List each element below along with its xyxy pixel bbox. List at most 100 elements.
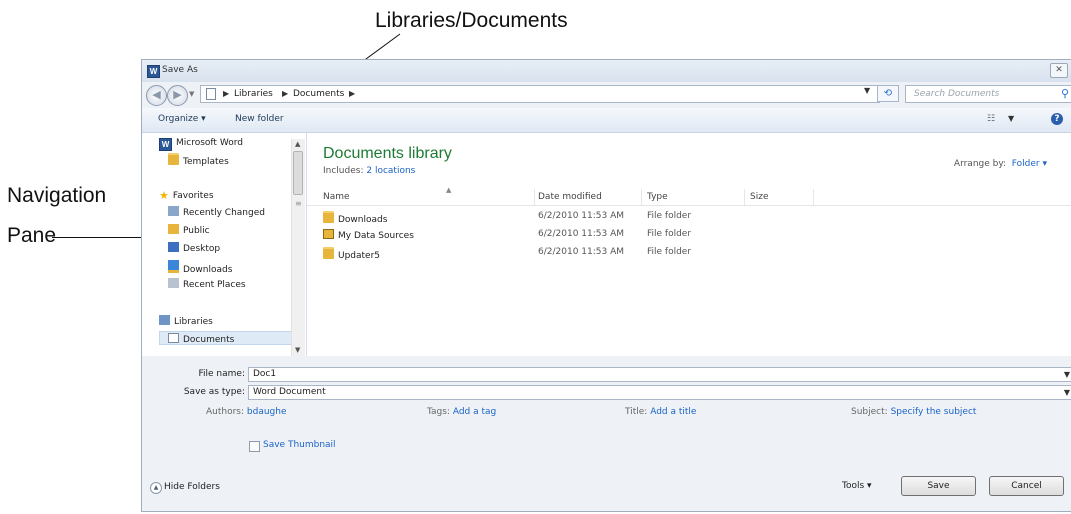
column-divider[interactable] — [534, 189, 535, 205]
folder-icon — [323, 247, 334, 259]
nav-item-recent-places[interactable]: Recent Places — [168, 278, 246, 290]
file-name: Updater5 — [338, 251, 381, 261]
column-divider[interactable] — [813, 189, 814, 205]
view-dropdown-icon[interactable]: ▼ — [1008, 114, 1014, 123]
document-icon — [168, 333, 179, 343]
file-type: File folder — [647, 211, 692, 221]
subject-value[interactable]: Specify the subject — [891, 407, 977, 417]
tags-field: Tags: Add a tag — [427, 407, 497, 417]
column-header-date[interactable]: Date modified — [538, 192, 602, 202]
nav-item-downloads[interactable]: Downloads — [168, 260, 232, 275]
search-icon[interactable]: ⚲ — [1061, 87, 1069, 100]
file-date: 6/2/2010 11:53 AM — [538, 211, 625, 221]
file-name-dropdown-icon[interactable]: ▼ — [1064, 370, 1070, 379]
nav-item-documents[interactable]: Documents — [168, 333, 234, 345]
recent-pages-dropdown-icon[interactable]: ▼ — [189, 90, 194, 98]
refresh-button[interactable]: ⟲ — [877, 85, 899, 102]
authors-value[interactable]: bdaughe — [247, 407, 287, 417]
save-as-type-select[interactable]: Word Document ▼ — [248, 385, 1071, 400]
recent-icon — [168, 206, 179, 216]
column-header-name[interactable]: Name — [323, 192, 350, 202]
word-app-icon: W — [147, 65, 160, 78]
folder-icon — [168, 224, 179, 234]
title-value[interactable]: Add a title — [650, 407, 696, 417]
nav-scrollbar[interactable]: ▲ ≡ ▼ — [291, 139, 305, 356]
file-date: 6/2/2010 11:53 AM — [538, 229, 625, 239]
column-header-size[interactable]: Size — [750, 192, 768, 202]
file-name: Downloads — [338, 215, 388, 225]
close-button[interactable]: ✕ — [1050, 63, 1068, 78]
forward-button[interactable]: ▶ — [167, 85, 188, 106]
tools-button[interactable]: Tools ▾ — [842, 481, 872, 491]
cancel-button[interactable]: Cancel — [989, 476, 1064, 496]
new-folder-button[interactable]: New folder — [235, 114, 284, 124]
save-form: File name: Doc1 ▼ Save as type: Word Doc… — [142, 357, 1071, 511]
column-divider[interactable] — [744, 189, 745, 205]
nav-item-microsoft-word[interactable]: W Microsoft Word — [159, 138, 243, 151]
hide-folders-button[interactable]: Hide Folders — [164, 482, 220, 492]
column-header-row: ▲ Name Date modified Type Size — [307, 186, 1071, 206]
address-dropdown-icon[interactable]: ▼ — [864, 86, 870, 95]
help-icon[interactable]: ? — [1051, 113, 1063, 125]
scroll-down-icon[interactable]: ▼ — [295, 346, 300, 354]
downloads-icon — [168, 260, 179, 273]
save-as-type-value: Word Document — [253, 387, 326, 397]
scroll-up-icon[interactable]: ▲ — [295, 140, 300, 148]
includes-locations-link[interactable]: 2 locations — [366, 166, 415, 176]
file-row[interactable]: Updater5 6/2/2010 11:53 AM File folder — [307, 245, 1071, 261]
library-includes: Includes: 2 locations — [323, 166, 416, 176]
save-button[interactable]: Save — [901, 476, 976, 496]
breadcrumb-documents[interactable]: Documents — [293, 89, 344, 99]
file-type: File folder — [647, 247, 692, 257]
file-date: 6/2/2010 11:53 AM — [538, 247, 625, 257]
subject-field: Subject: Specify the subject — [851, 407, 977, 417]
file-row[interactable]: My Data Sources 6/2/2010 11:53 AM File f… — [307, 227, 1071, 242]
address-row: ◀ ▶ ▼ ▶ Libraries ▶ Documents ▶ ▼ ⟲ Sear… — [142, 82, 1071, 108]
file-name-label: File name: — [198, 369, 245, 379]
sort-ascending-icon: ▲ — [446, 186, 452, 194]
nav-item-recently-changed[interactable]: Recently Changed — [168, 206, 265, 218]
nav-item-public[interactable]: Public — [168, 224, 210, 236]
nav-item-desktop[interactable]: Desktop — [168, 242, 220, 254]
breadcrumb-separator-icon: ▶ — [223, 89, 230, 98]
breadcrumb-libraries[interactable]: Libraries — [234, 89, 273, 99]
organize-button[interactable]: Organize ▾ — [158, 114, 206, 124]
arrange-by-dropdown[interactable]: Folder ▾ — [1012, 159, 1047, 169]
command-toolbar: Organize ▾ New folder ☷ ▼ ? — [142, 108, 1071, 133]
column-divider[interactable] — [641, 189, 642, 205]
title-bar: W Save As ✕ — [142, 60, 1071, 82]
recent-places-icon — [168, 278, 179, 288]
hide-folders-icon[interactable]: ▲ — [150, 482, 162, 494]
authors-field: Authors: bdaughe — [206, 407, 287, 417]
star-icon: ★ — [159, 189, 169, 202]
document-library-icon — [206, 88, 216, 100]
search-input[interactable]: Search Documents ⚲ — [905, 85, 1071, 103]
window-title: Save As — [162, 65, 198, 75]
nav-item-favorites[interactable]: ★ Favorites — [159, 189, 214, 202]
tags-value[interactable]: Add a tag — [453, 407, 496, 417]
navigation-pane: W Microsoft Word Templates ★ Favorites Rec… — [142, 133, 307, 356]
file-row[interactable]: Downloads 6/2/2010 11:53 AM File folder — [307, 209, 1071, 225]
libraries-icon — [159, 315, 170, 325]
save-as-dialog: W Save As ✕ ◀ ▶ ▼ ▶ Libraries ▶ Document… — [141, 59, 1071, 512]
address-bar[interactable]: ▶ Libraries ▶ Documents ▶ — [200, 85, 880, 103]
back-button[interactable]: ◀ — [146, 85, 167, 106]
breadcrumb-separator-icon: ▶ — [349, 89, 356, 98]
library-title: Documents library — [323, 145, 452, 162]
folder-icon — [168, 153, 179, 165]
search-placeholder: Search Documents — [914, 89, 1000, 99]
arrange-by: Arrange by: Folder ▾ — [953, 159, 1047, 169]
save-thumbnail-label[interactable]: Save Thumbnail — [263, 440, 336, 450]
save-as-type-dropdown-icon[interactable]: ▼ — [1064, 388, 1070, 397]
nav-item-templates[interactable]: Templates — [168, 153, 229, 167]
nav-item-libraries[interactable]: Libraries — [159, 315, 213, 327]
scrollbar-thumb[interactable] — [293, 151, 303, 195]
save-thumbnail-checkbox[interactable] — [249, 441, 260, 452]
change-view-icon[interactable]: ☷ — [987, 114, 995, 124]
column-header-type[interactable]: Type — [647, 192, 668, 202]
title-field: Title: Add a title — [625, 407, 697, 417]
file-name-input[interactable]: Doc1 ▼ — [248, 367, 1071, 382]
file-name-value: Doc1 — [253, 369, 277, 379]
annotation-pane: Pane — [7, 224, 57, 247]
annotation-navigation: Navigation — [7, 184, 107, 207]
